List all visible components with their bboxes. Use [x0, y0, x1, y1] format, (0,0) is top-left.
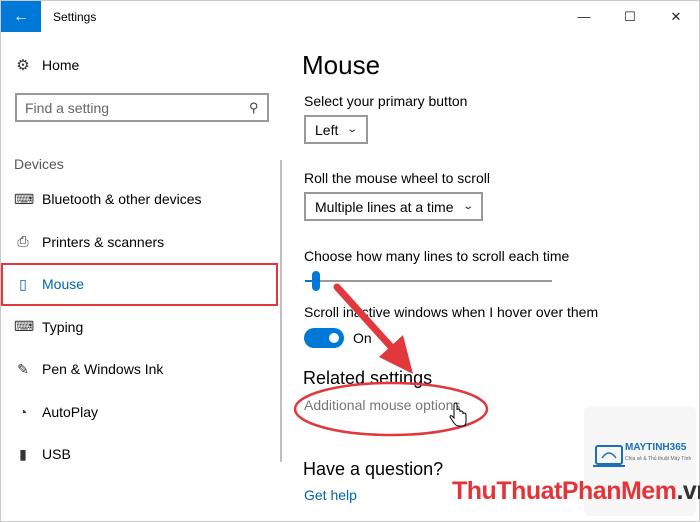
search-input[interactable]: [25, 99, 250, 116]
minimize-button[interactable]: —: [561, 1, 607, 32]
watermark-site-part1: ThuThuat: [452, 477, 562, 505]
watermark-site-part2: PhanMem: [561, 477, 677, 505]
usb-icon: ▮: [19, 445, 27, 462]
maximize-icon: ☐: [624, 8, 636, 24]
additional-mouse-options-link[interactable]: Additional mouse options: [304, 397, 460, 413]
close-icon: ✕: [670, 8, 682, 24]
scroll-wheel-dropdown[interactable]: Multiple lines at a time ⌄: [304, 192, 483, 221]
maximize-button[interactable]: ☐: [607, 1, 653, 32]
window-controls: — ☐ ✕: [561, 1, 699, 32]
close-button[interactable]: ✕: [653, 1, 699, 32]
primary-button-label: Select your primary button: [304, 93, 468, 109]
slider-fill: [305, 280, 312, 282]
settings-window: ← Settings — ☐ ✕ ⚙ Home ⚲ Devices ⌨ Bluet…: [0, 0, 700, 522]
sidebar: ⚙ Home ⚲ Devices ⌨ Bluetooth & other devi…: [1, 32, 281, 522]
scroll-wheel-value: Multiple lines at a time: [315, 198, 454, 215]
sidebar-nav: ⌨ Bluetooth & other devices ⎙ Printers & sc…: [1, 178, 281, 476]
toggle-knob: [329, 333, 339, 343]
sidebar-item-label: USB: [42, 446, 71, 463]
sidebar-item-label: Bluetooth & other devices: [42, 191, 202, 208]
toggle-state-label: On: [353, 330, 372, 346]
watermark-brand: MAYTINH365: [625, 442, 687, 453]
app-title: Settings: [53, 9, 97, 24]
devices-section-label: Devices: [14, 156, 64, 172]
lines-slider[interactable]: [305, 271, 552, 291]
sidebar-item-label: Printers & scanners: [42, 233, 165, 250]
back-arrow-icon: ←: [13, 7, 29, 25]
bluetooth-devices-icon: ⌨: [14, 190, 35, 207]
search-icon[interactable]: ⚲: [249, 100, 259, 116]
search-box: ⚲: [15, 93, 269, 122]
slider-thumb[interactable]: [312, 271, 320, 291]
sidebar-item-autoplay[interactable]: ◔ AutoPlay: [1, 391, 281, 434]
watermark-site-part3: .vn: [676, 477, 700, 505]
home-label: Home: [42, 57, 80, 73]
inactive-scroll-toggle[interactable]: [304, 328, 344, 348]
chevron-down-icon: ⌄: [346, 124, 359, 135]
primary-button-value: Left: [315, 121, 339, 138]
printer-icon: ⎙: [17, 233, 29, 250]
sidebar-item-bluetooth-other-devices[interactable]: ⌨ Bluetooth & other devices: [1, 178, 281, 221]
sidebar-item-label: AutoPlay: [42, 403, 99, 420]
get-help-link[interactable]: Get help: [304, 487, 357, 503]
sidebar-item-mouse[interactable]: ▯ Mouse: [1, 263, 278, 306]
watermark-tagline: Chia sẻ & Thủ thuật Máy Tính: [625, 456, 692, 462]
home-link[interactable]: ⚙ Home: [14, 56, 79, 74]
sidebar-item-printers-scanners[interactable]: ⎙ Printers & scanners: [1, 221, 281, 264]
page-title: Mouse: [302, 50, 381, 80]
have-a-question-heading: Have a question?: [303, 459, 444, 479]
autoplay-icon: ◔: [18, 403, 28, 420]
lines-label: Choose how many lines to scroll each tim…: [304, 248, 570, 264]
watermark-site: ThuThuatPhanMem.vn: [452, 477, 700, 506]
title-bar: ← Settings — ☐ ✕: [1, 1, 699, 32]
sidebar-item-label: Pen & Windows Ink: [42, 361, 164, 378]
keyboard-icon: ⌨: [14, 318, 35, 335]
chevron-down-icon: ⌄: [461, 201, 474, 212]
inactive-scroll-label: Scroll inactive windows when I hover ove…: [304, 304, 599, 320]
pen-icon: ✎: [17, 360, 29, 377]
sidebar-scrollbar[interactable]: [280, 160, 282, 462]
mouse-icon: ▯: [19, 275, 27, 292]
slider-track: [305, 280, 552, 282]
back-button[interactable]: ←: [1, 1, 41, 32]
sidebar-item-label: Mouse: [42, 276, 85, 293]
sidebar-item-label: Typing: [42, 318, 84, 335]
sidebar-item-pen-windows-ink[interactable]: ✎ Pen & Windows Ink: [1, 348, 281, 391]
scroll-wheel-label: Roll the mouse wheel to scroll: [304, 170, 490, 186]
primary-button-dropdown[interactable]: Left ⌄: [304, 115, 368, 144]
related-settings-heading: Related settings: [303, 368, 433, 388]
gear-icon: ⚙: [16, 57, 30, 74]
minimize-icon: —: [577, 9, 591, 24]
sidebar-item-usb[interactable]: ▮ USB: [1, 433, 281, 476]
sidebar-item-typing[interactable]: ⌨ Typing: [1, 306, 281, 349]
